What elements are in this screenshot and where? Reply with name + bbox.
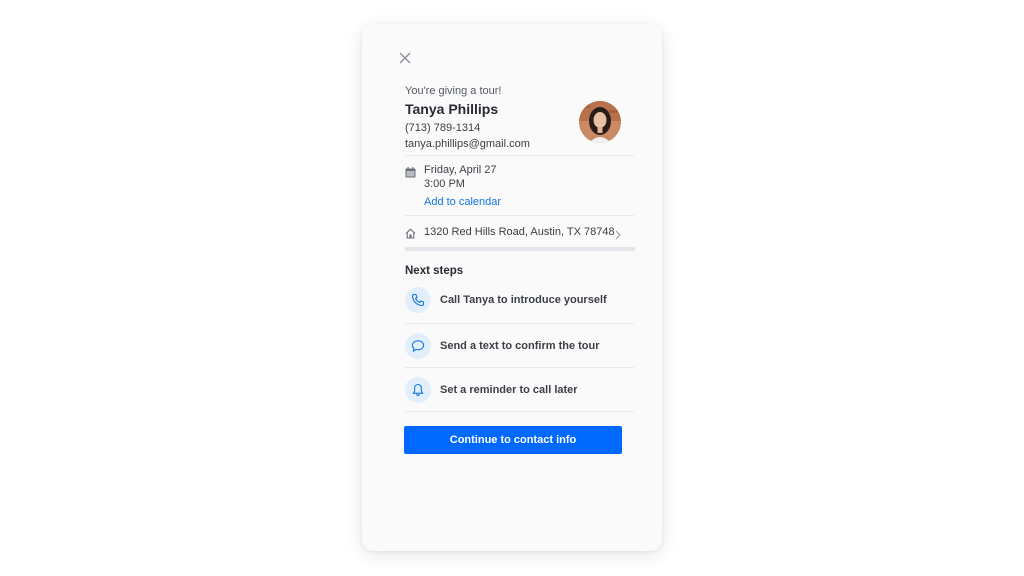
section-divider	[405, 247, 635, 251]
tour-datetime: Friday, April 27 3:00 PM	[424, 163, 497, 191]
home-icon	[405, 226, 416, 239]
step-reminder[interactable]: Set a reminder to call later	[405, 377, 634, 403]
divider	[405, 155, 634, 156]
tour-confirmation-modal: You're giving a tour! Tanya Phillips (71…	[362, 24, 662, 551]
continue-to-contact-info-button[interactable]: Continue to contact info	[404, 426, 622, 454]
divider	[405, 411, 634, 412]
tour-time: 3:00 PM	[424, 178, 465, 190]
divider	[405, 367, 634, 368]
avatar	[579, 101, 621, 143]
tour-eyebrow: You're giving a tour!	[405, 85, 502, 97]
step-label: Call Tanya to introduce yourself	[440, 294, 607, 306]
add-to-calendar-link[interactable]: Add to calendar	[424, 195, 501, 209]
divider	[405, 323, 634, 324]
phone-icon	[405, 287, 431, 313]
calendar-icon	[405, 165, 416, 178]
chat-bubble-icon	[405, 333, 431, 359]
screen-background: You're giving a tour! Tanya Phillips (71…	[0, 0, 1024, 576]
chevron-right-icon[interactable]	[614, 227, 622, 240]
divider	[405, 215, 634, 216]
next-steps-title: Next steps	[405, 265, 464, 277]
step-label: Set a reminder to call later	[440, 384, 578, 396]
property-address[interactable]: 1320 Red Hills Road, Austin, TX 78748	[424, 225, 615, 239]
step-label: Send a text to confirm the tour	[440, 340, 600, 352]
close-icon[interactable]	[398, 51, 412, 65]
step-call[interactable]: Call Tanya to introduce yourself	[405, 287, 634, 313]
bell-icon	[405, 377, 431, 403]
step-text[interactable]: Send a text to confirm the tour	[405, 333, 634, 359]
tour-date: Friday, April 27	[424, 164, 497, 176]
